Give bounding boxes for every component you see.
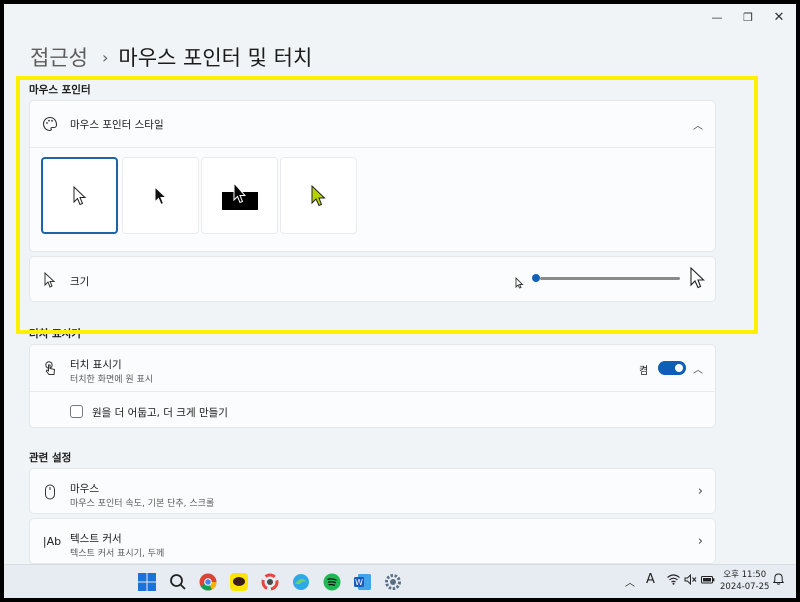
chevron-up-icon[interactable]: ︿ <box>693 361 703 376</box>
palette-icon <box>42 116 58 132</box>
divider <box>30 147 715 148</box>
pointer-style-label: 마우스 포인터 스타일 <box>70 118 164 131</box>
white-cursor-icon <box>73 185 86 205</box>
touch-indicator-sub: 터치한 화면에 원 표시 <box>70 375 154 385</box>
related-item-sub: 텍스트 커서 표시기, 두께 <box>70 549 165 559</box>
svg-text:W: W <box>355 578 363 587</box>
related-item-mouse[interactable]: 마우스 마우스 포인터 속도, 기본 단추, 스크롤 › <box>29 468 716 514</box>
input-method-icon[interactable]: A <box>646 572 655 587</box>
chevron-right-icon: › <box>697 484 703 499</box>
divider <box>30 391 715 392</box>
pointer-size-card: 크기 <box>29 256 716 302</box>
clock-time: 오후 11:50 <box>723 570 767 580</box>
photos-icon[interactable] <box>259 571 281 593</box>
darker-circle-checkbox[interactable] <box>70 405 83 418</box>
volume-muted-icon[interactable] <box>684 573 697 588</box>
section-title-touch: 터치 표시기 <box>29 328 81 340</box>
text-cursor-icon: |Ab <box>42 534 62 548</box>
large-cursor-icon <box>690 266 706 293</box>
edge-browser-icon[interactable] <box>290 571 312 593</box>
related-item-label: 마우스 <box>70 483 99 495</box>
minimize-button[interactable]: — <box>702 6 732 28</box>
settings-window: — ❐ ✕ 접근성 › 마우스 포인터 및 터치 마우스 포인터 마우스 포인터… <box>4 4 796 598</box>
black-cursor-icon <box>154 185 167 205</box>
title-bar: — ❐ ✕ <box>4 4 796 30</box>
breadcrumb-parent[interactable]: 접근성 <box>30 42 88 72</box>
pointer-style-black[interactable] <box>122 157 199 234</box>
taskbar: W ︿ A 오후 11:50 2024-07-25 <box>4 564 796 598</box>
wifi-icon[interactable] <box>667 574 680 588</box>
pointer-style-white[interactable] <box>41 157 118 234</box>
breadcrumb-separator: › <box>101 47 109 67</box>
custom-cursor-icon <box>311 184 326 206</box>
touch-indicator-toggle[interactable] <box>658 361 686 375</box>
pointer-style-header[interactable]: 마우스 포인터 스타일 ︿ <box>30 101 715 147</box>
search-icon[interactable] <box>167 571 189 593</box>
pointer-size-slider-thumb[interactable] <box>532 274 540 282</box>
touch-indicator-label: 터치 표시기 <box>70 359 122 371</box>
section-title-mouse-pointer: 마우스 포인터 <box>29 84 91 96</box>
spotify-icon[interactable] <box>321 571 343 593</box>
pointer-style-inverted[interactable] <box>201 157 278 234</box>
chevron-right-icon: › <box>697 534 703 549</box>
small-cursor-icon <box>515 274 524 293</box>
touch-indicator-card: 터치 표시기 터치한 화면에 원 표시 켬 ︿ 원을 더 어둡고, 더 크게 만… <box>29 344 716 428</box>
tray-chevron-up-icon[interactable]: ︿ <box>625 574 635 589</box>
related-item-text-cursor[interactable]: |Ab 텍스트 커서 텍스트 커서 표시기, 두께 › <box>29 518 716 564</box>
toggle-knob <box>675 364 683 372</box>
word-icon[interactable]: W <box>352 571 374 593</box>
inverted-cursor-icon <box>221 181 258 210</box>
close-button[interactable]: ✕ <box>764 6 794 28</box>
related-item-label: 텍스트 커서 <box>70 533 122 545</box>
pointer-size-slider-track[interactable] <box>540 277 680 280</box>
settings-gear-icon[interactable] <box>382 571 404 593</box>
pointer-size-label: 크기 <box>70 276 90 288</box>
breadcrumb: 접근성 › 마우스 포인터 및 터치 <box>30 42 312 72</box>
clock[interactable]: 오후 11:50 2024-07-25 <box>720 569 769 593</box>
darker-circle-label: 원을 더 어둡고, 더 크게 만들기 <box>92 407 228 419</box>
clock-date: 2024-07-25 <box>720 582 770 592</box>
touch-icon <box>42 360 58 376</box>
chrome-icon[interactable] <box>197 571 219 593</box>
battery-icon[interactable] <box>701 574 715 588</box>
mouse-icon <box>42 484 58 500</box>
maximize-button[interactable]: ❐ <box>733 6 763 28</box>
pointer-style-card: 마우스 포인터 스타일 ︿ <box>29 100 716 252</box>
notification-bell-icon[interactable] <box>772 573 785 588</box>
kakaotalk-icon[interactable] <box>228 571 250 593</box>
windows-start-icon[interactable] <box>136 571 158 593</box>
related-item-sub: 마우스 포인터 속도, 기본 단추, 스크롤 <box>70 499 215 509</box>
chevron-up-icon[interactable]: ︿ <box>693 117 703 132</box>
section-title-related: 관련 설정 <box>29 452 72 464</box>
page-title: 마우스 포인터 및 터치 <box>118 46 313 70</box>
toggle-state-label: 켬 <box>639 366 649 377</box>
cursor-icon <box>42 272 58 288</box>
pointer-style-custom[interactable] <box>280 157 357 234</box>
